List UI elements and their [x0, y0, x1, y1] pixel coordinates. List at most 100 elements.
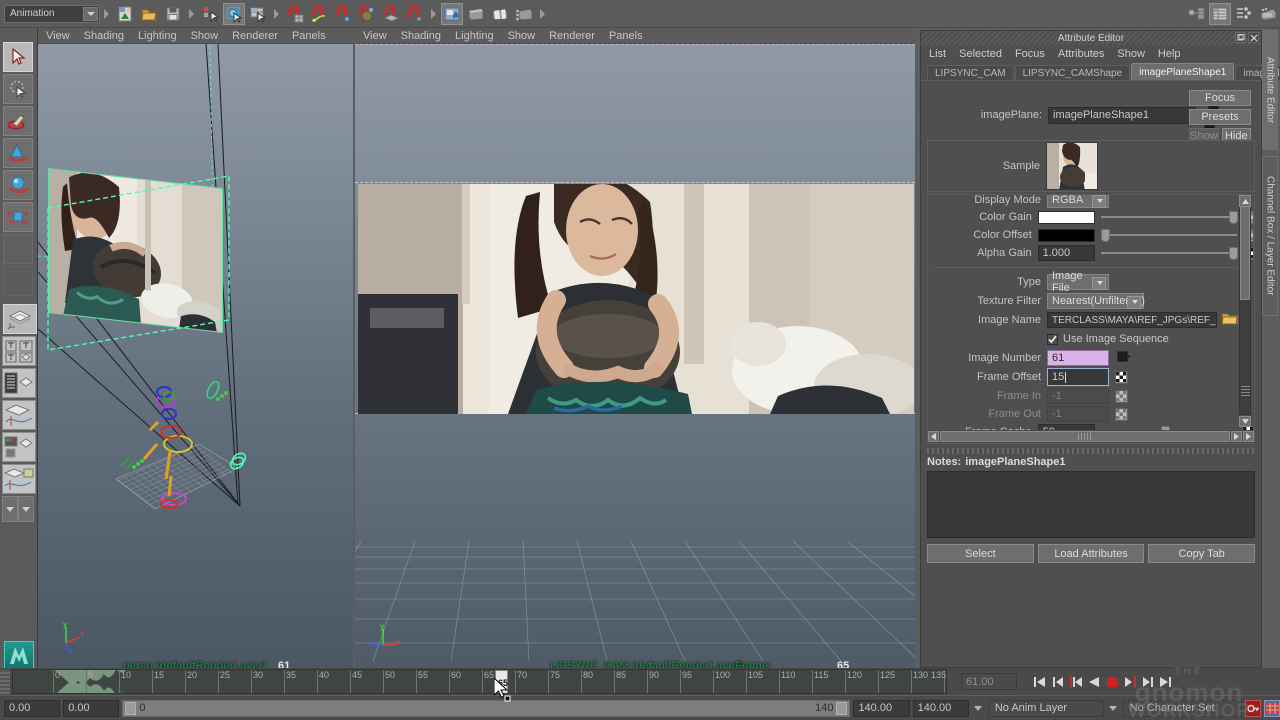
- image-number-field[interactable]: 61: [1047, 350, 1109, 366]
- persp-trax-layout[interactable]: [2, 464, 36, 494]
- select-tool[interactable]: [3, 42, 33, 72]
- select-by-object-type-icon[interactable]: [223, 3, 245, 25]
- persp-graph-layout[interactable]: [2, 400, 36, 430]
- range-slider[interactable]: 0 140: [122, 700, 850, 717]
- snap-to-curve-icon[interactable]: [308, 3, 330, 25]
- camera-viewport-canvas[interactable]: y x z LIPSYNC_CAM (defaultRenderLayer) F…: [355, 44, 915, 679]
- camera-menu-lighting[interactable]: Lighting: [455, 30, 494, 42]
- paint-selection-tool[interactable]: [3, 106, 33, 136]
- animation-preferences-button[interactable]: [1264, 700, 1280, 717]
- last-tool-used[interactable]: [3, 234, 33, 264]
- toolbar-divider-3[interactable]: [272, 4, 281, 24]
- frame-in-map-button[interactable]: [1115, 390, 1128, 403]
- snap-to-grid-icon[interactable]: [284, 3, 306, 25]
- persp-viewport-panel[interactable]: View Shading Lighting Show Renderer Pane…: [38, 28, 353, 679]
- outliner-persp-layout[interactable]: [2, 368, 36, 398]
- scroll-right-arrow[interactable]: [1231, 431, 1242, 442]
- persp-menu-lighting[interactable]: Lighting: [138, 30, 177, 42]
- presets-button[interactable]: Presets: [1189, 109, 1251, 125]
- scroll-right-arrow-2[interactable]: [1243, 431, 1254, 442]
- ae-menu-selected[interactable]: Selected: [959, 48, 1002, 60]
- persp-viewport-canvas[interactable]: y x z persp (defaultRenderLayer) 61: [38, 44, 353, 679]
- notes-textarea[interactable]: [927, 471, 1255, 538]
- hypershade-icon[interactable]: [513, 3, 535, 25]
- range-slider-left-handle[interactable]: [125, 702, 136, 715]
- animation-start-time-field[interactable]: 0.00: [4, 700, 60, 717]
- rotate-tool[interactable]: [3, 170, 33, 200]
- camera-menu-renderer[interactable]: Renderer: [549, 30, 595, 42]
- persp-menu-shading[interactable]: Shading: [84, 30, 124, 42]
- focus-button[interactable]: Focus: [1189, 90, 1251, 106]
- go-to-end-button[interactable]: [1157, 673, 1174, 691]
- color-gain-slider[interactable]: [1101, 210, 1237, 224]
- undock-icon[interactable]: [1235, 32, 1246, 43]
- open-scene-icon[interactable]: [138, 3, 160, 25]
- snap-to-point-icon[interactable]: [332, 3, 354, 25]
- attribute-editor-hscrollbar[interactable]: [928, 430, 1254, 443]
- alpha-gain-slider[interactable]: [1101, 246, 1237, 260]
- step-back-frame-button[interactable]: [1049, 673, 1066, 691]
- anim-layer-field[interactable]: No Anim Layer: [988, 700, 1104, 717]
- ae-menu-show[interactable]: Show: [1117, 48, 1145, 60]
- scroll-down-arrow[interactable]: [1239, 416, 1251, 427]
- alpha-gain-field[interactable]: 1.000: [1038, 245, 1096, 261]
- texture-filter-dropdown[interactable]: Nearest(Unfiltered): [1047, 293, 1144, 309]
- persp-menu-renderer[interactable]: Renderer: [232, 30, 278, 42]
- step-forward-key-button[interactable]: [1139, 673, 1156, 691]
- color-gain-swatch[interactable]: [1038, 211, 1095, 224]
- attribute-editor-vscrollbar[interactable]: [1239, 197, 1251, 415]
- side-tab-channel-box[interactable]: Channel Box / Layer Editor: [1262, 156, 1278, 316]
- lipsync-cam-viewport-panel[interactable]: View Shading Lighting Show Renderer Pane…: [355, 28, 915, 679]
- camera-menu-view[interactable]: View: [363, 30, 387, 42]
- side-tab-attribute-editor[interactable]: Attribute Editor: [1262, 30, 1278, 150]
- close-icon[interactable]: [1248, 32, 1259, 43]
- scroll-up-arrow[interactable]: [1239, 195, 1251, 207]
- hypershade-persp-layout[interactable]: [2, 432, 36, 462]
- image-name-field[interactable]: TERCLASS\MAYA\REF_JPGs\REF_001.jpg: [1047, 312, 1217, 328]
- snap-to-view-plane-icon[interactable]: [380, 3, 402, 25]
- play-backwards-button[interactable]: [1085, 673, 1102, 691]
- time-slider-grip[interactable]: [0, 670, 10, 694]
- range-slider-right-handle[interactable]: [836, 702, 847, 715]
- character-set-dropdown-icon[interactable]: [1107, 700, 1120, 716]
- toggle-attribute-editor-icon[interactable]: [1209, 3, 1231, 25]
- load-attributes-button[interactable]: Load Attributes: [1038, 544, 1145, 563]
- tab-imageplaneshape1[interactable]: imagePlaneShape1: [1131, 63, 1234, 80]
- play-forwards-button[interactable]: [1121, 673, 1138, 691]
- select-button[interactable]: Select: [927, 544, 1034, 563]
- imageplane-node-field[interactable]: imagePlaneShape1: [1048, 107, 1196, 124]
- persp-menu-panels[interactable]: Panels: [292, 30, 326, 42]
- scale-tool[interactable]: [3, 202, 33, 232]
- move-tool[interactable]: [3, 138, 33, 168]
- ae-menu-list[interactable]: List: [929, 48, 946, 60]
- ae-menu-focus[interactable]: Focus: [1015, 48, 1045, 60]
- camera-menu-shading[interactable]: Shading: [401, 30, 441, 42]
- layout-option-b[interactable]: [18, 496, 34, 522]
- toolbar-divider-5[interactable]: [538, 4, 547, 24]
- toolbar-divider-1[interactable]: [102, 4, 111, 24]
- anim-layer-dropdown-icon[interactable]: [972, 700, 985, 716]
- color-offset-swatch[interactable]: [1038, 229, 1095, 242]
- image-number-connection-icon[interactable]: [1115, 351, 1130, 365]
- frame-in-field[interactable]: -1: [1047, 388, 1109, 404]
- toggle-tool-settings-icon[interactable]: [1257, 3, 1279, 25]
- time-slider-right-field[interactable]: 61.00: [961, 673, 1017, 690]
- snap-to-projected-center-icon[interactable]: [356, 3, 378, 25]
- stop-button[interactable]: [1103, 673, 1120, 691]
- camera-menu-panels[interactable]: Panels: [609, 30, 643, 42]
- browse-folder-icon[interactable]: [1222, 312, 1238, 328]
- color-offset-slider[interactable]: [1101, 228, 1237, 242]
- texture-field[interactable]: [1047, 443, 1195, 444]
- toolbar-divider-4[interactable]: [429, 4, 438, 24]
- save-scene-icon[interactable]: [162, 3, 184, 25]
- single-perspective-layout[interactable]: [3, 304, 37, 334]
- render-current-frame-icon[interactable]: [441, 3, 463, 25]
- display-mode-dropdown[interactable]: RGBA: [1047, 194, 1109, 208]
- copy-tab-button[interactable]: Copy Tab: [1148, 544, 1255, 563]
- playback-end-time-field[interactable]: 140.00: [853, 700, 909, 717]
- notes-splitter-grip[interactable]: [927, 448, 1255, 454]
- time-slider-cursor[interactable]: 65: [495, 670, 508, 694]
- four-view-layout[interactable]: [2, 336, 36, 366]
- step-back-key-button[interactable]: [1067, 673, 1084, 691]
- lasso-tool[interactable]: [3, 74, 33, 104]
